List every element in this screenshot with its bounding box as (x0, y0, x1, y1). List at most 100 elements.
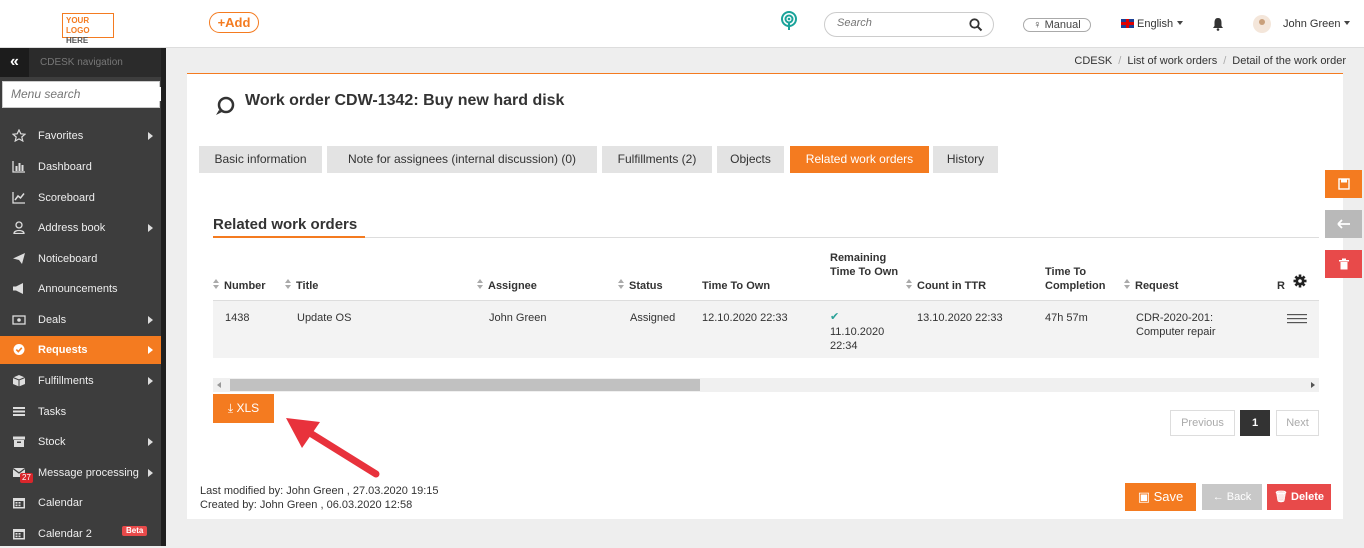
sidebar-item-label: Deals (38, 314, 67, 326)
back-button[interactable]: ← Back (1202, 484, 1262, 510)
export-xls-button[interactable]: ⤓ XLS (213, 394, 274, 423)
chevron-right-icon (148, 346, 153, 354)
gear-icon[interactable] (1293, 274, 1307, 288)
user-menu[interactable]: John Green (1283, 18, 1351, 30)
sidebar-item-calendar-2[interactable]: Calendar 2 Beta (0, 520, 161, 548)
menu-search[interactable] (2, 81, 161, 108)
manual-button[interactable]: ♀ Manual (1023, 18, 1091, 32)
column-label: R (1277, 280, 1285, 292)
search-input[interactable] (837, 17, 967, 29)
add-button[interactable]: +Add (209, 12, 259, 33)
money-icon (12, 315, 26, 325)
breadcrumb-item-current: Detail of the work order (1232, 55, 1346, 67)
sidebar-item-tasks[interactable]: Tasks (0, 398, 161, 426)
breadcrumb-separator: / (1118, 55, 1122, 67)
tab-basic-information[interactable]: Basic information (199, 146, 322, 173)
delete-button[interactable]: 🗑 Delete (1267, 484, 1331, 510)
column-header-number[interactable]: Number (213, 279, 266, 293)
language-selector[interactable]: English (1121, 18, 1184, 30)
chevron-right-icon (148, 316, 153, 324)
line-chart-icon (12, 192, 25, 204)
cell-status: Assigned (630, 312, 676, 324)
cell-count-in-ttr: 13.10.2020 22:33 (917, 312, 1003, 324)
floating-back-button[interactable] (1325, 210, 1362, 238)
page-title: Work order CDW-1342: Buy new hard disk (245, 92, 565, 109)
sidebar-item-favorites[interactable]: Favorites (0, 122, 161, 150)
scroll-right-icon[interactable] (1311, 382, 1315, 388)
cell-number: 1438 (225, 312, 250, 324)
tab-objects[interactable]: Objects (717, 146, 784, 173)
sidebar-item-label: Calendar (38, 497, 83, 509)
sidebar-item-message-processing[interactable]: 27 Message processing (0, 459, 161, 487)
horizontal-scrollbar[interactable] (213, 378, 1319, 392)
bell-icon[interactable] (1212, 17, 1224, 31)
column-header-assignee[interactable]: Assignee (477, 279, 537, 293)
user-name: John Green (1283, 18, 1341, 30)
box-icon (12, 375, 26, 387)
xls-label: XLS (236, 401, 260, 415)
tab-fulfillments[interactable]: Fulfillments (2) (602, 146, 712, 173)
pagination-previous[interactable]: Previous (1170, 410, 1235, 436)
avatar[interactable] (1253, 15, 1271, 33)
sidebar-item-stock[interactable]: Stock (0, 428, 161, 456)
archive-icon (13, 436, 25, 447)
column-label: Time To Completion (1045, 266, 1106, 292)
sidebar-item-label: Address book (38, 222, 106, 234)
pagination-current-page[interactable]: 1 (1240, 410, 1270, 436)
breadcrumb-item-cdesk[interactable]: CDESK (1074, 55, 1112, 67)
collapse-sidebar-button[interactable]: « (0, 48, 29, 77)
sidebar-divider (161, 48, 166, 546)
breadcrumb: CDESK / List of work orders / Detail of the … (1074, 55, 1346, 67)
column-header-r[interactable]: R (1277, 279, 1285, 293)
column-header-time-to-completion[interactable]: Time To Completion (1045, 265, 1117, 293)
floating-delete-button[interactable] (1325, 250, 1362, 278)
breadcrumb-item-work-orders[interactable]: List of work orders (1127, 55, 1217, 67)
global-search[interactable] (824, 12, 994, 37)
scrollbar-thumb[interactable] (230, 379, 700, 391)
floating-save-button[interactable] (1325, 170, 1362, 198)
floppy-icon: ▣ (1137, 489, 1151, 504)
save-button[interactable]: ▣ Save (1125, 483, 1196, 511)
sidebar-item-noticeboard[interactable]: Noticeboard (0, 245, 161, 273)
breadcrumb-separator: / (1223, 55, 1227, 67)
tab-note-for-assignees[interactable]: Note for assignees (internal discussion)… (327, 146, 597, 173)
column-header-time-to-own[interactable]: Time To Own (702, 279, 770, 293)
pagination-next[interactable]: Next (1276, 410, 1319, 436)
sidebar-item-calendar[interactable]: Calendar (0, 489, 161, 517)
cell-request[interactable]: CDR-2020-201: Computer repair (1136, 311, 1236, 339)
menu-search-input[interactable] (11, 87, 161, 101)
sidebar-item-label: Fulfillments (38, 375, 94, 387)
company-logo[interactable]: YOUR LOGO HERE (62, 13, 114, 45)
back-label: Back (1226, 491, 1252, 503)
sidebar-item-requests[interactable]: Requests (0, 336, 161, 364)
sidebar-item-address-book[interactable]: Address book (0, 214, 161, 242)
tab-related-work-orders[interactable]: Related work orders (790, 146, 929, 173)
column-header-request[interactable]: Request (1124, 279, 1178, 293)
tab-history[interactable]: History (933, 146, 998, 173)
sort-icon (906, 279, 913, 290)
sidebar-item-scoreboard[interactable]: Scoreboard (0, 184, 161, 212)
sidebar-item-deals[interactable]: Deals (0, 306, 161, 334)
checkmark-icon: ✔ (830, 311, 840, 323)
cell-title[interactable]: Update OS (297, 311, 351, 325)
sidebar-item-announcements[interactable]: Announcements (0, 275, 161, 303)
column-label: Remaining Time To Own (830, 252, 899, 278)
column-header-status[interactable]: Status (618, 279, 663, 293)
sidebar-item-dashboard[interactable]: Dashboard (0, 153, 161, 181)
column-label: Title (296, 280, 319, 292)
cell-remaining-time-to-own: 11.10.2020 22:34 (830, 326, 885, 352)
sort-icon (213, 279, 220, 290)
scroll-left-icon[interactable] (217, 382, 221, 388)
search-icon[interactable] (969, 18, 983, 32)
column-header-count-in-ttr[interactable]: Count in TTR (906, 279, 986, 293)
row-menu-icon[interactable] (1287, 314, 1307, 324)
column-header-title[interactable]: Title (285, 279, 318, 293)
podcast-icon[interactable] (779, 11, 799, 31)
sidebar-title: CDESK navigation (40, 57, 123, 68)
sidebar-item-fulfillments[interactable]: Fulfillments (0, 367, 161, 395)
column-header-remaining-time-to-own[interactable]: Remaining Time To Own (830, 251, 902, 279)
work-order-icon (216, 96, 235, 115)
user-icon (13, 221, 25, 234)
column-label: Number (224, 280, 266, 292)
chevron-right-icon (148, 469, 153, 477)
